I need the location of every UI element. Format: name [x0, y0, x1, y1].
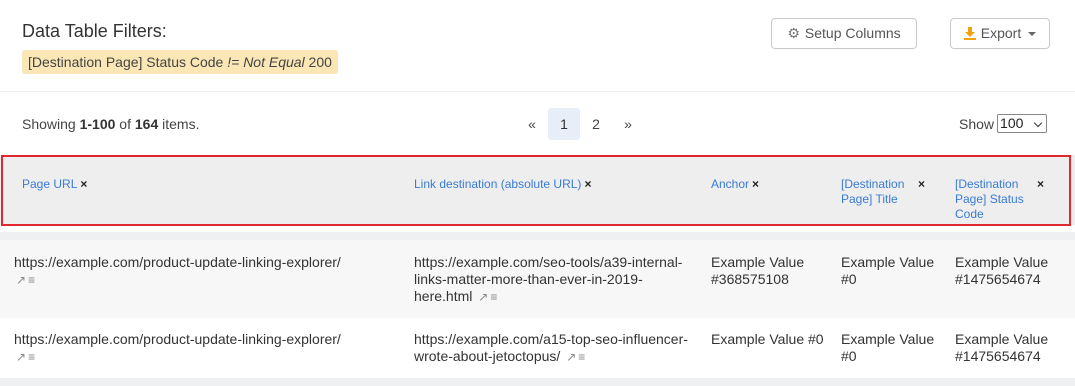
- filter-chip-operator: != Not Equal: [227, 54, 305, 70]
- table-row: https://example.com/product-update-linki…: [0, 318, 1075, 386]
- cell-destination-status: Example Value #1475654674: [955, 331, 1049, 364]
- menu-icon[interactable]: ≡: [28, 349, 35, 366]
- export-button[interactable]: Export: [950, 18, 1050, 49]
- filter-chip-field: [Destination Page] Status Code: [28, 54, 228, 70]
- gear-icon: ⚙: [787, 25, 800, 41]
- page-size-value: 100: [1000, 115, 1024, 131]
- cell-link-destination: https://example.com/a15-top-seo-influenc…: [414, 331, 694, 366]
- cell-anchor: Example Value #0: [711, 331, 824, 347]
- cell-destination-title: Example Value #0: [841, 331, 935, 364]
- chevron-down-icon: [1033, 118, 1043, 128]
- external-link-icon[interactable]: ↗: [16, 272, 26, 289]
- pagination: « 1 2 »: [516, 108, 644, 140]
- filters-section: Data Table Filters: [Destination Page] S…: [0, 0, 1075, 92]
- cell-destination-title: Example Value #0: [841, 254, 935, 287]
- link-destination-text: https://example.com/seo-tools/a39-intern…: [414, 254, 683, 304]
- table-row: https://example.com/product-update-linki…: [0, 240, 1075, 318]
- page-url-text: https://example.com/product-update-linki…: [14, 254, 341, 270]
- external-link-icon[interactable]: ↗: [16, 349, 26, 366]
- caret-down-icon: [1028, 31, 1037, 36]
- menu-icon[interactable]: ≡: [578, 349, 585, 366]
- cell-anchor: Example Value #368575108: [711, 254, 805, 287]
- external-link-icon[interactable]: ↗: [566, 349, 576, 366]
- download-icon: [963, 27, 976, 40]
- cell-destination-status: Example Value #1475654674: [955, 254, 1049, 287]
- pagination-page-1[interactable]: 1: [548, 108, 580, 140]
- page-url-text: https://example.com/product-update-linki…: [14, 331, 341, 347]
- items-summary: Showing 1-100 of 164 items.: [22, 116, 200, 132]
- link-destination-text: https://example.com/a15-top-seo-influenc…: [414, 331, 688, 364]
- menu-icon[interactable]: ≡: [28, 272, 35, 289]
- items-total: 164: [134, 116, 159, 132]
- menu-icon[interactable]: ≡: [490, 289, 497, 306]
- filter-chip-value: 200: [304, 54, 332, 70]
- divider: [0, 378, 1075, 386]
- external-link-icon[interactable]: ↗: [478, 289, 488, 306]
- data-table-panel: Data Table Filters: [Destination Page] S…: [0, 0, 1075, 386]
- export-label: Export: [980, 25, 1022, 41]
- pagination-prev[interactable]: «: [516, 108, 548, 140]
- header-highlight: [1, 155, 1071, 226]
- page-size-control: Show 100: [959, 114, 1048, 133]
- setup-columns-label: Setup Columns: [804, 25, 901, 41]
- cell-link-destination: https://example.com/seo-tools/a39-intern…: [414, 254, 694, 306]
- filter-chip[interactable]: [Destination Page] Status Code != Not Eq…: [22, 50, 338, 74]
- setup-columns-button[interactable]: ⚙ Setup Columns: [771, 18, 917, 49]
- cell-page-url: https://example.com/product-update-linki…: [14, 331, 394, 366]
- pagination-page-2[interactable]: 2: [580, 108, 612, 140]
- show-label: Show: [959, 115, 995, 132]
- page-size-select[interactable]: 100: [997, 114, 1048, 133]
- divider: [0, 232, 1075, 240]
- cell-page-url: https://example.com/product-update-linki…: [14, 254, 394, 289]
- items-range: 1-100: [79, 116, 116, 132]
- pagination-next[interactable]: »: [612, 108, 644, 140]
- filters-title: Data Table Filters:: [22, 21, 167, 41]
